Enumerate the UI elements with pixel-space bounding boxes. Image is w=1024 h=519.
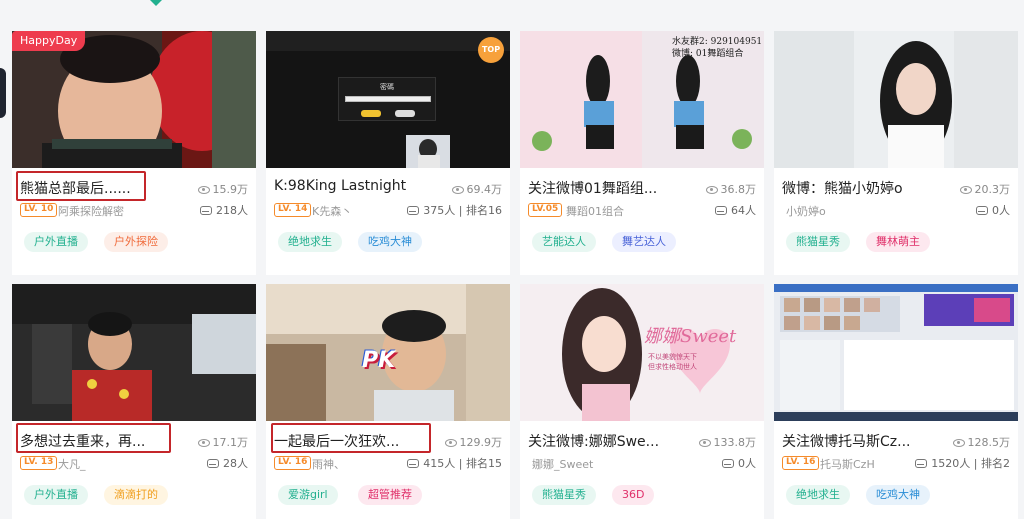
viewer-count: 0人: [976, 202, 1010, 218]
category-tag[interactable]: 爱游girl: [278, 485, 338, 505]
tv-icon: [407, 206, 420, 215]
stream-card[interactable]: PK 一起最后一次狂欢... 129.9万 LV. 16 雨神、 415人 | …: [266, 284, 510, 519]
stream-card[interactable]: 娜娜Sweet 不以美貌惊天下 但求性格动世人 关注微博:娜娜Swe... 133…: [520, 284, 764, 519]
eye-icon: [952, 439, 965, 447]
stream-thumbnail[interactable]: [774, 31, 1018, 168]
view-count: 129.9万: [444, 434, 502, 450]
stream-title[interactable]: 关注微博托马斯Cz...: [782, 431, 940, 451]
viewer-count: 64人: [715, 202, 756, 218]
view-count: 133.8万: [698, 434, 756, 450]
viewer-count: 415人 | 排名15: [407, 455, 502, 471]
view-count: 17.1万: [197, 434, 248, 450]
stream-card[interactable]: 微博：熊猫小奶婷o 20.3万 小奶婷o 0人 熊猫星秀 舞林萌主: [774, 31, 1018, 275]
brand-watermark: 娜娜Sweet: [644, 326, 737, 347]
eye-icon: [444, 439, 457, 447]
stream-thumbnail[interactable]: 密碼 TOP: [266, 31, 510, 168]
host-name[interactable]: 娜娜_Sweet: [532, 456, 622, 472]
stream-title[interactable]: 关注微博01舞蹈组...: [528, 178, 686, 198]
category-tag[interactable]: 艺能达人: [532, 232, 596, 252]
tv-icon: [407, 459, 420, 468]
confirm-button: [361, 110, 381, 117]
stream-card-grid: HappyDay 熊猫总部最后...... 15.9万 LV. 10 阿乘探险解…: [0, 0, 1024, 519]
category-tag[interactable]: 户外探险: [104, 232, 168, 252]
stream-title[interactable]: 熊猫总部最后......: [20, 178, 178, 198]
stream-thumbnail[interactable]: HappyDay: [12, 31, 256, 168]
host-name[interactable]: 小奶婷o: [786, 203, 876, 219]
view-count: 69.4万: [451, 181, 502, 197]
brand-slogan: 不以美貌惊天下 但求性格动世人: [648, 353, 697, 371]
host-level-badge: LV. 13: [20, 456, 58, 470]
category-tag[interactable]: 滴滴打的: [104, 485, 168, 505]
stream-title[interactable]: 一起最后一次狂欢...: [274, 431, 432, 451]
host-level-badge: LV. 16: [782, 456, 820, 470]
view-count: 20.3万: [959, 181, 1010, 197]
category-tag[interactable]: 舞艺达人: [612, 232, 676, 252]
category-tag[interactable]: 户外直播: [24, 485, 88, 505]
password-dialog: 密碼: [338, 77, 436, 121]
category-tag[interactable]: 吃鸡大神: [866, 485, 930, 505]
host-level-badge: LV. 10: [20, 203, 58, 217]
stream-card[interactable]: HappyDay 熊猫总部最后...... 15.9万 LV. 10 阿乘探险解…: [12, 31, 256, 275]
tv-icon: [207, 459, 219, 468]
stream-card[interactable]: 水友群2: 929104951 微博: 01舞蹈组合 关注微博01舞蹈组... …: [520, 31, 764, 275]
live-stream-list-page: HappyDay 熊猫总部最后...... 15.9万 LV. 10 阿乘探险解…: [0, 0, 1024, 519]
category-tag[interactable]: 舞林萌主: [866, 232, 930, 252]
category-tag[interactable]: 绝地求生: [786, 485, 850, 505]
category-tag[interactable]: 吃鸡大神: [358, 232, 422, 252]
viewer-count: 1520人 | 排名2: [915, 455, 1010, 471]
eye-icon: [705, 186, 718, 194]
stream-title[interactable]: 多想过去重来，再...: [20, 431, 178, 451]
category-tag[interactable]: 熊猫星秀: [786, 232, 850, 252]
tv-icon: [976, 206, 988, 215]
stream-title[interactable]: 微博：熊猫小奶婷o: [782, 178, 940, 198]
category-tag[interactable]: 绝地求生: [278, 232, 342, 252]
tv-icon: [715, 206, 727, 215]
stream-thumbnail[interactable]: [774, 284, 1018, 421]
weibo-text: 微博: 01舞蹈组合: [672, 49, 744, 59]
host-level-badge: LV. 16: [274, 456, 312, 470]
viewer-count: 28人: [207, 455, 248, 471]
stream-thumbnail[interactable]: [12, 284, 256, 421]
viewer-count: 218人: [200, 202, 248, 218]
tv-icon: [200, 206, 212, 215]
eye-icon: [197, 439, 210, 447]
eye-icon: [451, 186, 464, 194]
category-tag[interactable]: 超管推荐: [358, 485, 422, 505]
tv-icon: [915, 459, 928, 468]
tv-icon: [722, 459, 734, 468]
host-level-badge: LV. 14: [274, 203, 312, 217]
view-count: 36.8万: [705, 181, 756, 197]
stream-card[interactable]: 关注微博托马斯Cz... 128.5万 LV. 16 托马斯CzH 1520人 …: [774, 284, 1018, 519]
top-badge: TOP: [478, 37, 504, 63]
stream-title[interactable]: K:98King Lastnight: [274, 178, 432, 198]
stream-thumbnail[interactable]: 娜娜Sweet 不以美貌惊天下 但求性格动世人: [520, 284, 764, 421]
viewer-count: 375人 | 排名16: [407, 202, 502, 218]
view-count: 128.5万: [952, 434, 1010, 450]
host-name[interactable]: 雨神、: [312, 456, 402, 472]
category-tag[interactable]: 36D: [612, 485, 655, 505]
eye-icon: [698, 439, 711, 447]
host-name[interactable]: K先森丶: [312, 203, 402, 219]
category-tag[interactable]: 户外直播: [24, 232, 88, 252]
host-level-badge: LV.05: [528, 203, 563, 217]
host-name[interactable]: 大凡_: [58, 456, 148, 472]
stream-title[interactable]: 关注微博:娜娜Swe...: [528, 431, 686, 451]
eye-icon: [197, 186, 210, 194]
view-count: 15.9万: [197, 181, 248, 197]
happyday-badge: HappyDay: [12, 31, 86, 51]
password-dialog-title: 密碼: [380, 83, 394, 91]
stream-card[interactable]: 密碼 TOP K:98King Lastnight 69.4万 LV. 14 K…: [266, 31, 510, 275]
host-name[interactable]: 舞蹈01组合: [566, 203, 656, 219]
eye-icon: [959, 186, 972, 194]
host-name[interactable]: 托马斯CzH: [820, 456, 910, 472]
stream-card[interactable]: 多想过去重来，再... 17.1万 LV. 13 大凡_ 28人 户外直播 滴滴…: [12, 284, 256, 519]
stream-thumbnail[interactable]: 水友群2: 929104951 微博: 01舞蹈组合: [520, 31, 764, 168]
password-input: [345, 96, 431, 102]
category-tag[interactable]: 熊猫星秀: [532, 485, 596, 505]
cancel-button: [395, 110, 415, 117]
host-name[interactable]: 阿乘探险解密: [58, 203, 148, 219]
viewer-count: 0人: [722, 455, 756, 471]
pk-badge: PK: [362, 348, 396, 373]
stream-thumbnail[interactable]: PK: [266, 284, 510, 421]
